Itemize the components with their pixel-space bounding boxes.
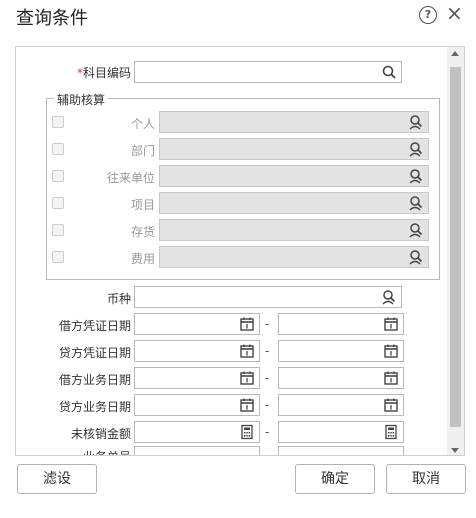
search-person-icon[interactable] xyxy=(408,249,424,265)
aux-project-input[interactable] xyxy=(159,192,429,214)
currency-input[interactable] xyxy=(134,286,402,308)
debit-voucher-date-to-input[interactable] xyxy=(278,313,404,335)
range-separator: - xyxy=(265,371,270,385)
aux-contact-unit-checkbox[interactable] xyxy=(52,170,64,182)
unverified-amount-to-input[interactable] xyxy=(278,421,404,443)
business-no-label: 业务单号 xyxy=(46,448,131,455)
calendar-icon[interactable] xyxy=(239,370,255,386)
aux-inventory-checkbox[interactable] xyxy=(52,224,64,236)
currency-label: 币种 xyxy=(106,292,131,306)
search-person-icon[interactable] xyxy=(408,222,424,238)
credit-business-date-label: 贷方业务日期 xyxy=(58,400,131,414)
aux-person-label: 个人 xyxy=(130,117,155,131)
calculator-icon[interactable] xyxy=(383,424,399,440)
scroll-up-icon[interactable] xyxy=(451,51,459,56)
aux-inventory-label: 存货 xyxy=(130,225,155,239)
aux-inventory-input[interactable] xyxy=(159,219,429,241)
aux-department-checkbox[interactable] xyxy=(52,143,64,155)
range-separator: - xyxy=(265,344,270,358)
close-icon[interactable]: × xyxy=(446,3,463,23)
vertical-scrollbar[interactable] xyxy=(447,47,464,455)
help-icon[interactable]: ? xyxy=(419,6,437,24)
filter-button[interactable]: 滤设 xyxy=(17,464,97,494)
account-code-label: *科目编码 xyxy=(46,64,131,81)
query-form-panel: *科目编码 辅助核算 个人部门往来单位项目存货费用 币种 借方凭证日期 - 贷方凭证… xyxy=(15,46,465,456)
credit-voucher-date-from-input[interactable] xyxy=(134,340,260,362)
form-content: *科目编码 辅助核算 个人部门往来单位项目存货费用 币种 借方凭证日期 - 贷方凭证… xyxy=(16,47,448,455)
credit-voucher-date-to-input[interactable] xyxy=(278,340,404,362)
aux-person-input[interactable] xyxy=(159,111,429,133)
account-code-input[interactable] xyxy=(134,61,402,83)
cancel-button[interactable]: 取消 xyxy=(386,464,466,494)
debit-voucher-date-label: 借方凭证日期 xyxy=(58,319,131,333)
credit-business-date-to-input[interactable] xyxy=(278,394,404,416)
scroll-down-icon[interactable] xyxy=(451,448,459,453)
debit-business-date-from-input[interactable] xyxy=(134,367,260,389)
aux-contact-unit-input[interactable] xyxy=(159,165,429,187)
aux-expense-label: 费用 xyxy=(130,252,155,266)
search-person-icon[interactable] xyxy=(408,168,424,184)
aux-expense-checkbox[interactable] xyxy=(52,251,64,263)
unverified-amount-label: 未核销金额 xyxy=(70,427,131,441)
search-icon[interactable] xyxy=(381,64,397,80)
aux-person-checkbox[interactable] xyxy=(52,116,64,128)
search-person-icon[interactable] xyxy=(408,195,424,211)
credit-business-date-from-input[interactable] xyxy=(134,394,260,416)
dialog-title: 查询条件 xyxy=(16,8,88,29)
calendar-icon[interactable] xyxy=(383,343,399,359)
debit-business-date-to-input[interactable] xyxy=(278,367,404,389)
credit-voucher-date-label: 贷方凭证日期 xyxy=(58,346,131,360)
range-separator: - xyxy=(265,398,270,412)
ok-button[interactable]: 确定 xyxy=(295,464,375,494)
calendar-icon[interactable] xyxy=(239,397,255,413)
business-no-to-input[interactable] xyxy=(278,446,404,455)
aux-department-input[interactable] xyxy=(159,138,429,160)
auxiliary-accounting-legend: 辅助核算 xyxy=(54,91,109,108)
debit-business-date-label: 借方业务日期 xyxy=(58,373,131,387)
scrollbar-thumb[interactable] xyxy=(450,67,461,427)
search-person-icon[interactable] xyxy=(408,141,424,157)
search-person-icon[interactable] xyxy=(381,289,397,305)
aux-project-label: 项目 xyxy=(130,198,155,212)
aux-department-label: 部门 xyxy=(130,144,155,158)
range-separator: - xyxy=(265,425,270,439)
aux-project-checkbox[interactable] xyxy=(52,197,64,209)
calendar-icon[interactable] xyxy=(383,370,399,386)
business-no-from-input[interactable] xyxy=(134,446,260,455)
calculator-icon[interactable] xyxy=(239,424,255,440)
calendar-icon[interactable] xyxy=(239,343,255,359)
calendar-icon[interactable] xyxy=(383,316,399,332)
debit-voucher-date-from-input[interactable] xyxy=(134,313,260,335)
calendar-icon[interactable] xyxy=(383,397,399,413)
aux-expense-input[interactable] xyxy=(159,246,429,268)
unverified-amount-from-input[interactable] xyxy=(134,421,260,443)
aux-contact-unit-label: 往来单位 xyxy=(106,171,155,185)
account-code-label-text: 科目编码 xyxy=(82,66,131,80)
range-separator: - xyxy=(265,317,270,331)
title-bar: 查询条件 ? × xyxy=(0,0,476,34)
calendar-icon[interactable] xyxy=(239,316,255,332)
search-person-icon[interactable] xyxy=(408,114,424,130)
